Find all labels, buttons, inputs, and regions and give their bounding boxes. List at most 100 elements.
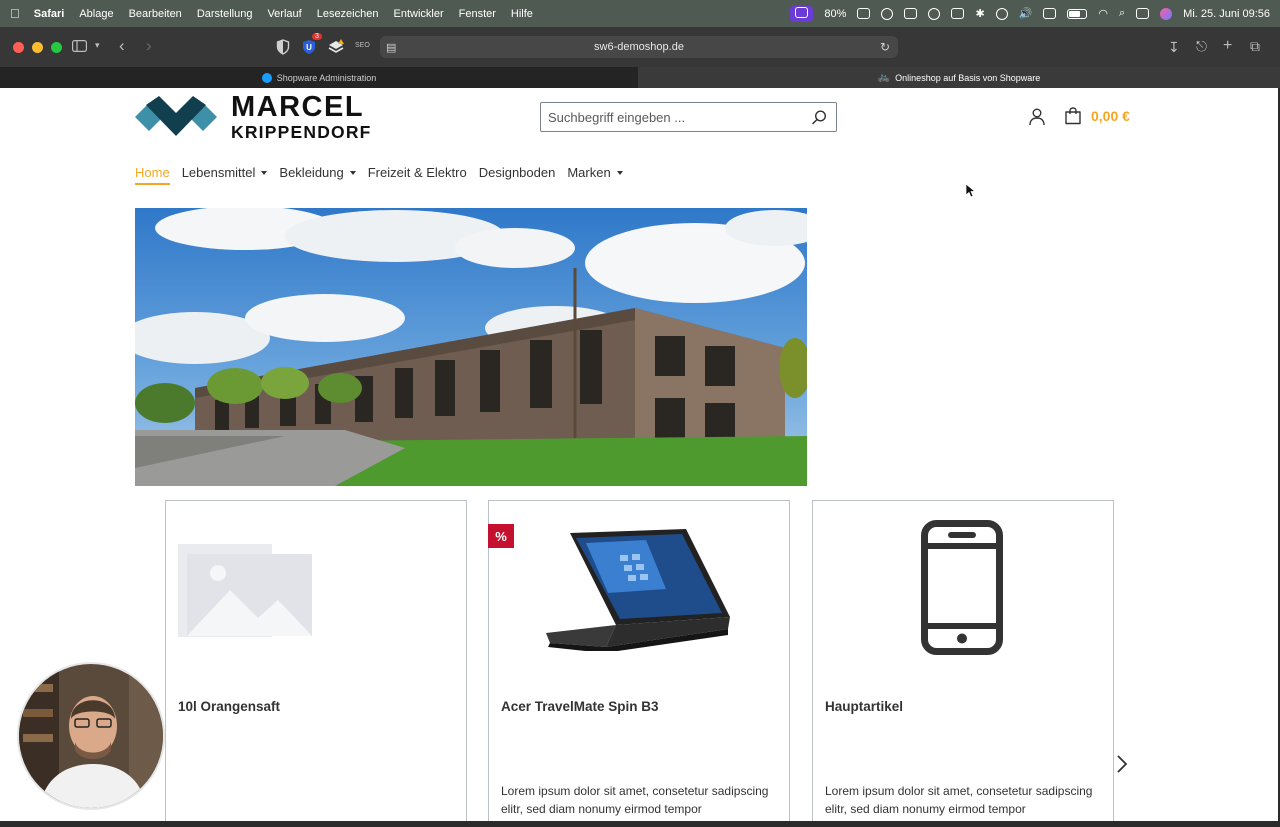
play-icon[interactable] (995, 7, 1008, 20)
privacy-shield-icon[interactable] (276, 39, 290, 55)
nav-label: Marken (567, 165, 611, 180)
search-input[interactable] (541, 103, 801, 131)
reload-icon[interactable]: ↻ (880, 40, 890, 54)
control-center-icon[interactable] (1136, 8, 1150, 19)
nav-label: Bekleidung (279, 165, 344, 180)
smartphone-icon (921, 520, 1003, 655)
nav-item-bekleidung[interactable]: Bekleidung (279, 165, 356, 185)
search-icon[interactable] (812, 110, 827, 125)
product-card[interactable]: 10l Orangensaft (165, 500, 467, 821)
menu-verlauf[interactable]: Verlauf (267, 8, 301, 20)
product-title[interactable]: 10l Orangensaft (178, 699, 280, 714)
product-card[interactable]: % Acer TravelMate Spin B3 Lorem ipsum do… (488, 500, 790, 821)
menu-entwickler[interactable]: Entwickler (393, 8, 443, 20)
product-title[interactable]: Acer TravelMate Spin B3 (501, 699, 659, 714)
seo-extension-label[interactable]: SEO (355, 42, 370, 49)
display-mirror-icon[interactable] (1043, 8, 1057, 19)
menu-app-name[interactable]: Safari (34, 8, 65, 20)
apple-menu-icon[interactable]:  (10, 6, 20, 21)
hero-banner-image[interactable] (135, 208, 807, 486)
tab-label: Shopware Administration (276, 72, 377, 83)
dropdown-caret-icon (616, 170, 623, 175)
hero-building-image (135, 208, 807, 486)
logo-line-2: KRIPPENDORF (231, 122, 372, 142)
account-icon[interactable] (1029, 108, 1045, 126)
product-description: Lorem ipsum dolor sit amet, consetetur s… (825, 784, 1093, 816)
logo-line-1: MARCEL (231, 91, 365, 123)
layers-extension-icon[interactable] (328, 39, 344, 55)
page-menu-icon[interactable]: ▤ (386, 41, 396, 54)
menu-darstellung[interactable]: Darstellung (197, 8, 253, 20)
address-bar[interactable]: ▤ sw6-demoshop.de ↻ (380, 36, 898, 58)
slider-next-chevron-icon[interactable] (1116, 754, 1128, 774)
tab-onlineshop[interactable]: 🚲 Onlineshop auf Basis von Shopware (638, 67, 1280, 88)
tab-label: Onlineshop auf Basis von Shopware (895, 72, 1041, 83)
presenter-video-image (19, 664, 163, 808)
page-viewport: MARCEL KRIPPENDORF 0,00 € Home Lebensmit… (0, 88, 1278, 821)
nav-item-home[interactable]: Home (135, 165, 170, 185)
menu-hilfe[interactable]: Hilfe (511, 8, 533, 20)
cpu-usage[interactable]: 80% (824, 8, 846, 20)
safari-toolbar: ▾ ‹ › U 3 SEO ▤ sw6-demoshop.de ↻ ↧ ⎋ + … (0, 27, 1280, 67)
product-card[interactable]: Hauptartikel Lorem ipsum dolor sit amet,… (812, 500, 1114, 821)
forward-icon[interactable]: › (146, 36, 152, 56)
placeholder-image-icon (178, 544, 312, 637)
folder-icon[interactable] (951, 8, 965, 19)
webcam-overlay (17, 662, 165, 810)
downloads-icon[interactable]: ↧ (1168, 39, 1180, 56)
product-title[interactable]: Hauptartikel (825, 699, 903, 714)
dropdown-caret-icon (261, 170, 268, 175)
password-manager-icon[interactable]: U (302, 39, 316, 55)
cart-amount: 0,00 € (1091, 108, 1130, 124)
siri-icon[interactable] (1160, 7, 1173, 20)
macos-menu-bar:  Safari Ablage Bearbeiten Darstellung V… (0, 0, 1280, 27)
nav-item-lebensmittel[interactable]: Lebensmittel (182, 165, 268, 185)
laptop-product-image (546, 529, 730, 651)
sidebar-toggle-icon[interactable] (72, 40, 87, 52)
camera-icon[interactable] (904, 8, 918, 19)
nav-label: Home (135, 165, 170, 180)
layers-icon[interactable] (881, 7, 894, 20)
menu-ablage[interactable]: Ablage (79, 8, 113, 20)
main-navigation: Home Lebensmittel Bekleidung Freizeit & … (135, 165, 623, 185)
logo-wordmark: MARCEL KRIPPENDORF (231, 93, 372, 142)
nav-label: Lebensmittel (181, 165, 256, 180)
nav-label: Freizeit & Elektro (367, 165, 467, 180)
sidebar-chevron-down-icon[interactable]: ▾ (95, 40, 100, 51)
close-window-button[interactable] (13, 41, 24, 53)
shop-logo[interactable]: MARCEL KRIPPENDORF (135, 93, 372, 142)
menu-bearbeiten[interactable]: Bearbeiten (129, 8, 182, 20)
svg-text:U: U (306, 43, 312, 52)
screen-record-icon[interactable] (790, 5, 814, 22)
nav-item-marken[interactable]: Marken (567, 165, 623, 185)
discount-badge: % (488, 524, 514, 548)
nav-item-freizeit-elektro[interactable]: Freizeit & Elektro (368, 165, 467, 185)
bluetooth-icon[interactable]: ✱ (975, 7, 984, 20)
dropdown-caret-icon (349, 170, 356, 175)
share-icon[interactable]: ⎋ (1196, 38, 1207, 55)
battery-icon[interactable] (1067, 8, 1088, 19)
mouse-cursor-icon (966, 184, 976, 198)
spotlight-icon[interactable]: ⌕ (1119, 7, 1125, 20)
menu-lesezeichen[interactable]: Lesezeichen (317, 8, 379, 20)
back-icon[interactable]: ‹ (119, 36, 125, 56)
tab-shopware-administration[interactable]: Shopware Administration (0, 67, 638, 88)
window-controls (13, 41, 62, 53)
tab-overview-icon[interactable]: ⧉ (1250, 38, 1260, 55)
wifi-icon[interactable]: ◠ (1098, 7, 1108, 20)
bicycle-favicon-icon: 🚲 (877, 72, 891, 83)
minimize-window-button[interactable] (32, 41, 43, 53)
gpu-icon[interactable] (857, 8, 871, 19)
zoom-window-button[interactable] (51, 41, 62, 53)
menu-fenster[interactable]: Fenster (459, 8, 496, 20)
cart-button[interactable]: 0,00 € (1064, 107, 1130, 125)
nav-label: Designboden (478, 165, 556, 180)
new-tab-icon[interactable]: + (1223, 37, 1232, 55)
menubar-clock[interactable]: Mi. 25. Juni 09:56 (1183, 8, 1270, 20)
checkmark-circle-icon[interactable] (928, 7, 941, 20)
search-form (540, 102, 837, 132)
volume-icon[interactable]: 🔊 (1019, 7, 1033, 20)
nav-item-designboden[interactable]: Designboden (479, 165, 556, 185)
safari-tab-bar: Shopware Administration 🚲 Onlineshop auf… (0, 67, 1280, 88)
cart-icon (1065, 107, 1081, 125)
